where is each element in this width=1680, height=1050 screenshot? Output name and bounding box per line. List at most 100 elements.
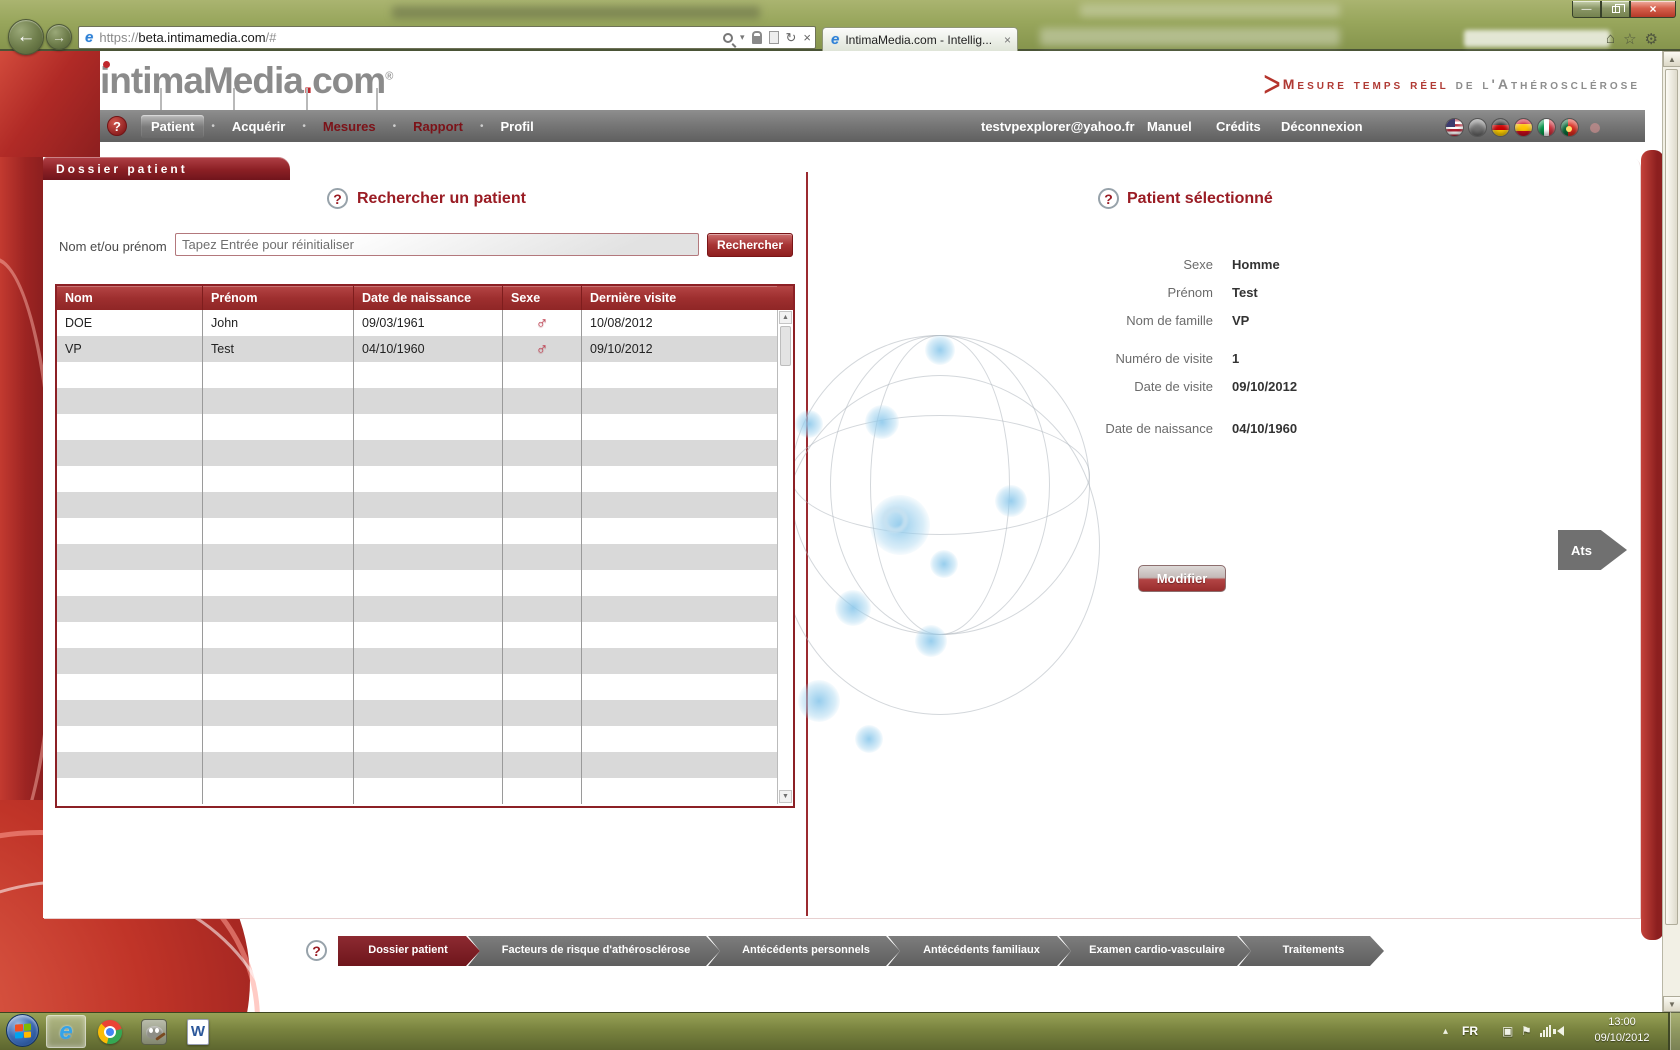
nav-item-profil[interactable]: Profil xyxy=(490,115,543,138)
table-row-empty xyxy=(57,778,777,804)
table-row-empty xyxy=(57,388,777,414)
background-window-blur xyxy=(1080,4,1340,17)
search-icon[interactable] xyxy=(723,33,733,43)
table-row-empty xyxy=(57,544,777,570)
nav-link-deconnexion[interactable]: Déconnexion xyxy=(1281,110,1363,142)
nav-item-mesures[interactable]: Mesures xyxy=(313,115,386,138)
dossier-patient-tab[interactable]: Dossier patient xyxy=(43,157,290,180)
column-header-prenom: Prénom xyxy=(203,286,354,310)
nav-separator-dot: • xyxy=(480,121,484,132)
taskbar-chrome-button[interactable] xyxy=(90,1015,130,1048)
show-desktop-button[interactable] xyxy=(1668,1012,1680,1050)
search-input[interactable] xyxy=(175,233,699,256)
tray-clock[interactable]: 13:00 09/10/2012 xyxy=(1584,1014,1660,1046)
nav-link-credits[interactable]: Crédits xyxy=(1216,110,1261,142)
nav-tick xyxy=(160,88,162,110)
flag-de-icon[interactable] xyxy=(1491,118,1510,137)
nav-item-acquerir[interactable]: Acquérir xyxy=(222,115,295,138)
favorites-star-icon[interactable]: ☆ xyxy=(1623,30,1636,48)
tray-time: 13:00 xyxy=(1584,1014,1660,1030)
close-button[interactable]: × xyxy=(1630,1,1676,18)
column-header-visite: Dernière visite xyxy=(582,286,777,310)
search-help-icon[interactable]: ? xyxy=(327,188,348,209)
red-artwork-right-strip xyxy=(1641,150,1664,940)
field-sexe: Sexe Homme xyxy=(900,257,1540,272)
tray-language-indicator[interactable]: FR xyxy=(1462,1012,1478,1050)
breadcrumb-dossier-patient[interactable]: Dossier patient xyxy=(338,936,480,966)
scroll-up-icon[interactable]: ▲ xyxy=(1663,51,1680,67)
site-logo: intimaMedia.com® xyxy=(100,60,393,102)
patient-table-body: DOE John 09/03/1961 ♂ 10/08/2012 VP Test… xyxy=(57,310,777,804)
restore-button[interactable] xyxy=(1601,1,1630,18)
tray-network-icon[interactable] xyxy=(1540,1025,1551,1037)
tray-volume-icon[interactable] xyxy=(1557,1026,1564,1036)
start-button[interactable] xyxy=(6,1014,39,1047)
patient-table: Nom Prénom Date de naissance Sexe Derniè… xyxy=(55,284,795,808)
flag-es-icon[interactable] xyxy=(1514,118,1533,137)
nav-help-icon[interactable]: ? xyxy=(107,116,127,136)
red-artwork-left-strip xyxy=(0,157,43,812)
refresh-icon[interactable]: ↻ xyxy=(786,30,797,46)
field-date-visite: Date de visite 09/10/2012 xyxy=(900,379,1540,394)
breadcrumb-examen-cardio[interactable]: Examen cardio-vasculaire xyxy=(1059,936,1251,966)
breadcrumb-facteurs-risque[interactable]: Facteurs de risque d'athérosclérose xyxy=(468,936,720,966)
tray-action-center-icon[interactable]: ▣ xyxy=(1502,1012,1513,1050)
gimp-icon xyxy=(141,1019,167,1045)
table-row-vp-selected[interactable]: VP Test 04/10/1960 ♂ 09/10/2012 xyxy=(57,336,777,362)
taskbar-ie-button[interactable]: e xyxy=(46,1015,86,1048)
browser-scrollbar[interactable]: ▲ ▼ xyxy=(1662,51,1680,1012)
nav-item-patient[interactable]: Patient xyxy=(141,115,204,138)
breadcrumb-antecedents-personnels[interactable]: Antécédents personnels xyxy=(708,936,900,966)
screen: — × ← → e https://beta.intimamedia.com/#… xyxy=(0,0,1680,1050)
address-bar[interactable]: e https://beta.intimamedia.com/# ▾ ↻ × xyxy=(78,26,816,49)
table-scroll-up-icon[interactable]: ▲ xyxy=(779,311,792,324)
windows-logo-icon xyxy=(15,1023,31,1038)
table-row-empty xyxy=(57,752,777,778)
nav-tick xyxy=(376,88,378,110)
table-scroll-down-icon[interactable]: ▼ xyxy=(779,790,792,803)
compatibility-view-icon[interactable] xyxy=(769,31,779,44)
taskbar-gimp-button[interactable] xyxy=(134,1015,174,1048)
table-row-empty xyxy=(57,700,777,726)
flag-pt-icon[interactable] xyxy=(1560,118,1579,137)
flag-us-icon[interactable] xyxy=(1445,118,1464,137)
tab-favicon: e xyxy=(831,31,839,48)
table-scrollbar[interactable]: ▲ ▼ xyxy=(777,310,793,804)
selected-help-icon[interactable]: ? xyxy=(1098,188,1119,209)
table-row-empty xyxy=(57,492,777,518)
tab-close-icon[interactable]: × xyxy=(1004,33,1011,47)
scroll-down-icon[interactable]: ▼ xyxy=(1663,996,1680,1012)
search-caret-icon[interactable]: ▾ xyxy=(740,32,745,43)
flag-it-icon[interactable] xyxy=(1537,118,1556,137)
restore-icon xyxy=(1612,6,1620,13)
taskbar-word-button[interactable]: W xyxy=(178,1015,218,1048)
nav-tick xyxy=(233,88,235,110)
browser-back-button[interactable]: ← xyxy=(8,19,44,55)
minimize-button[interactable]: — xyxy=(1572,1,1601,18)
browser-tab[interactable]: e IntimaMedia.com - Intellig... × xyxy=(822,27,1018,51)
breadcrumb-traitements[interactable]: Traitements xyxy=(1239,936,1384,966)
tray-date: 09/10/2012 xyxy=(1584,1030,1660,1046)
home-icon[interactable]: ⌂ xyxy=(1606,30,1615,48)
flag-fr-icon[interactable] xyxy=(1468,118,1487,137)
background-searchbox-blur xyxy=(1464,30,1610,47)
male-icon: ♂ xyxy=(536,313,549,333)
breadcrumb-help-icon[interactable]: ? xyxy=(306,940,327,961)
settings-gear-icon[interactable]: ⚙ xyxy=(1645,30,1658,48)
tray-flag-icon[interactable]: ⚑ xyxy=(1521,1012,1532,1050)
nav-separator-dot: • xyxy=(393,121,397,132)
nav-link-manuel[interactable]: Manuel xyxy=(1147,110,1192,142)
field-nom-famille: Nom de famille VP xyxy=(900,313,1540,328)
stop-icon[interactable]: × xyxy=(803,30,811,45)
tray-hidden-icons[interactable]: ▴ xyxy=(1443,1012,1448,1050)
modify-button[interactable]: Modifier xyxy=(1138,565,1226,592)
ie-favicon: e xyxy=(85,29,93,46)
field-date-naissance: Date de naissance 04/10/1960 xyxy=(900,421,1540,436)
search-button[interactable]: Rechercher xyxy=(707,233,793,257)
table-row-doe[interactable]: DOE John 09/03/1961 ♂ 10/08/2012 xyxy=(57,310,777,336)
browser-forward-button[interactable]: → xyxy=(46,24,72,50)
table-scroll-thumb[interactable] xyxy=(780,326,791,366)
scroll-thumb[interactable] xyxy=(1665,69,1678,925)
nav-item-rapport[interactable]: Rapport xyxy=(403,115,473,138)
breadcrumb-antecedents-familiaux[interactable]: Antécédents familiaux xyxy=(888,936,1071,966)
